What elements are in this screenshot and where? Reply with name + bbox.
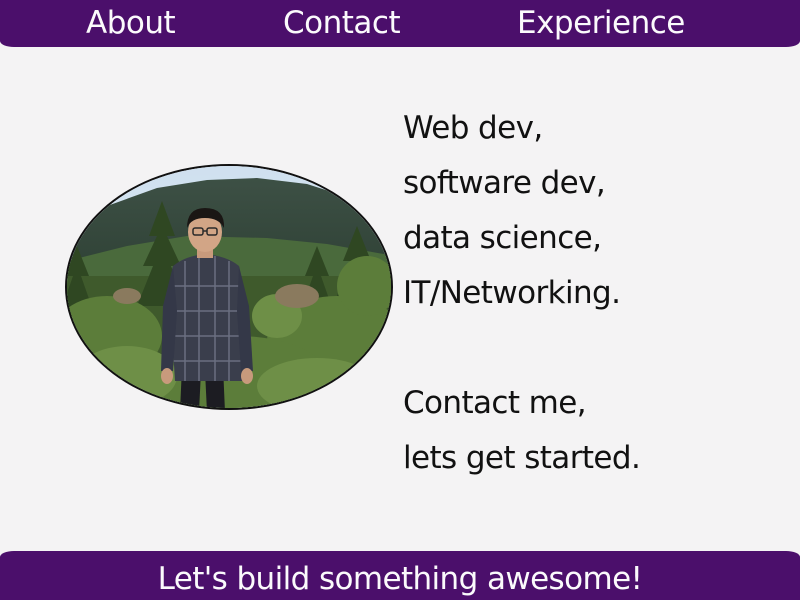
footer-slogan: Let's build something awesome! bbox=[157, 561, 643, 597]
nav-link-experience[interactable]: Experience bbox=[517, 3, 685, 43]
top-navbar: About Contact Experience bbox=[0, 0, 800, 47]
tagline-line-software-dev: software dev, bbox=[403, 165, 606, 201]
nav-link-about[interactable]: About bbox=[86, 3, 176, 43]
cta-line-get-started: lets get started. bbox=[403, 440, 641, 476]
profile-photo bbox=[65, 164, 393, 410]
tagline-line-data-science: data science, bbox=[403, 220, 602, 256]
footer-banner: Let's build something awesome! bbox=[0, 551, 800, 600]
nav-link-contact[interactable]: Contact bbox=[283, 3, 401, 43]
tagline-spacer bbox=[403, 321, 640, 376]
tagline-line-web-dev: Web dev, bbox=[403, 110, 543, 146]
profile-photo-image bbox=[67, 166, 391, 408]
tagline-line-it-networking: IT/Networking. bbox=[403, 275, 621, 311]
cta-line-contact-me: Contact me, bbox=[403, 385, 587, 421]
hero-tagline: Web dev, software dev, data science, IT/… bbox=[403, 101, 641, 486]
